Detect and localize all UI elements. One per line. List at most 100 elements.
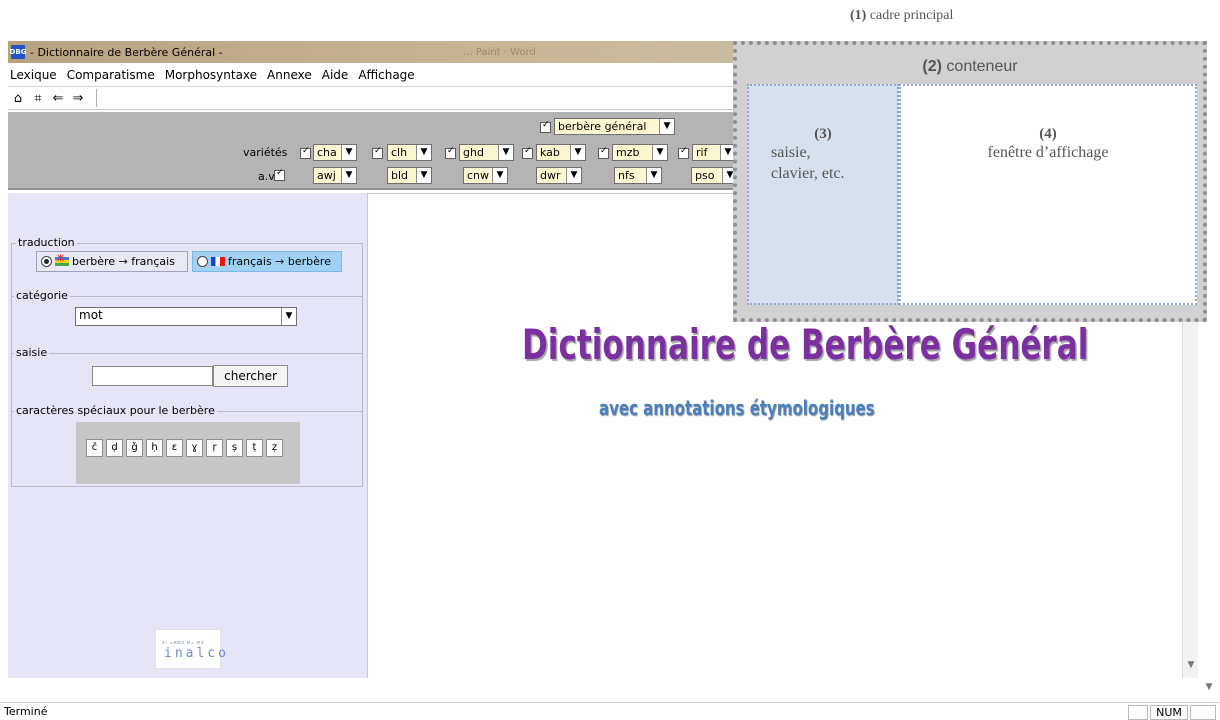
categorie-value: mot	[79, 308, 103, 322]
saisie-legend: saisie	[14, 346, 50, 359]
variety-select-cha[interactable]: cha ▼	[313, 144, 357, 161]
variety-select-nfs[interactable]: nfs ▼	[614, 167, 662, 184]
menu-aide[interactable]: Aide	[317, 68, 354, 82]
home-icon[interactable]: ⌂	[8, 91, 28, 106]
chevron-down-icon: ▼	[659, 119, 674, 134]
app-icon: DBG	[10, 45, 26, 59]
varieties-label: variétés	[243, 146, 288, 159]
char-key[interactable]: ṣ	[226, 439, 243, 457]
radio-berbere-francais[interactable]: berbère → français	[36, 251, 188, 272]
char-key[interactable]: ẓ	[266, 439, 283, 457]
variety-checkbox-ghd[interactable]	[445, 146, 456, 159]
variety-checkbox-cha[interactable]	[300, 146, 311, 159]
radio-francais-berbere-label: français → berbère	[228, 255, 331, 268]
chevron-down-icon: ▼	[570, 145, 585, 160]
special-chars-legend: caractères spéciaux pour le berbère	[14, 404, 217, 417]
menu-lexique[interactable]: Lexique	[8, 68, 62, 82]
variety-value: ghd	[463, 146, 484, 159]
variety-value: rif	[696, 146, 708, 159]
char-key[interactable]: ε	[166, 439, 183, 457]
inalco-logo-tifinagh: ⵉⵏ ⴰⵍⴽⵓ ⵍⴰ ⵍⵉ	[162, 640, 205, 645]
variety-select-kab[interactable]: kab ▼	[536, 144, 586, 161]
left-input-pane: traduction berbère → français français →…	[8, 193, 368, 678]
av-checkbox[interactable]	[274, 168, 285, 181]
toolbar-separator	[96, 89, 97, 107]
char-key[interactable]: ḍ	[106, 439, 123, 457]
forward-arrow-icon[interactable]: ⇒	[68, 91, 88, 106]
general-select[interactable]: berbère général ▼	[554, 118, 675, 135]
menu-comparatisme[interactable]: Comparatisme	[62, 68, 160, 82]
outer-scrollbar[interactable]: ▼	[1201, 680, 1217, 700]
variety-value: dwr	[540, 169, 561, 182]
variety-value: pso	[695, 169, 715, 182]
radio-unselected-icon	[197, 256, 208, 267]
variety-value: cnw	[467, 169, 490, 182]
scroll-down-icon[interactable]: ▼	[1183, 660, 1199, 670]
grid-icon[interactable]: ⌗	[28, 91, 48, 106]
variety-select-dwr[interactable]: dwr ▼	[536, 167, 582, 184]
char-key[interactable]: č	[86, 439, 103, 457]
menu-annexe[interactable]: Annexe	[262, 68, 317, 82]
variety-value: kab	[540, 146, 560, 159]
annotation-display-number: (4)	[1039, 126, 1057, 142]
input-group: traduction berbère → français français →…	[11, 236, 363, 487]
annotation-input-text-1: saisie,	[771, 144, 811, 161]
variety-select-pso[interactable]: pso ▼	[691, 167, 738, 184]
chevron-down-icon: ▼	[498, 145, 513, 160]
status-text: Terminé	[4, 705, 48, 718]
variety-select-ghd[interactable]: ghd ▼	[459, 144, 514, 161]
variety-checkbox-kab[interactable]	[522, 146, 533, 159]
variety-select-cnw[interactable]: cnw ▼	[463, 167, 508, 184]
inalco-logo-text: inalco	[164, 646, 229, 661]
menu-morphosyntaxe[interactable]: Morphosyntaxe	[160, 68, 262, 82]
chevron-down-icon: ▼	[652, 145, 667, 160]
variety-select-clh[interactable]: clh ▼	[387, 144, 432, 161]
char-key[interactable]: ɣ	[186, 439, 203, 457]
variety-checkbox-mzb[interactable]	[598, 146, 609, 159]
variety-checkbox-clh[interactable]	[372, 146, 383, 159]
search-input[interactable]	[92, 366, 213, 386]
window-title: - Dictionnaire de Berbère Général -	[30, 45, 223, 59]
char-key[interactable]: ḥ	[146, 439, 163, 457]
status-bar: Terminé NUM	[0, 702, 1220, 720]
variety-select-rif[interactable]: rif ▼	[692, 144, 736, 161]
chevron-down-icon: ▼	[566, 168, 581, 183]
num-lock-indicator: NUM	[1150, 705, 1188, 720]
annotation-display-box: (4) fenêtre d’affichage	[899, 84, 1197, 305]
scroll-down-icon[interactable]: ▼	[1201, 682, 1217, 692]
variety-value: cha	[317, 146, 337, 159]
special-chars-group: caractères spéciaux pour le berbère č ḍ …	[12, 404, 362, 486]
annotation-container-text: conteneur	[941, 58, 1018, 75]
chevron-down-icon: ▼	[646, 168, 661, 183]
variety-value: mzb	[616, 146, 640, 159]
annotation-container-label: (2) conteneur	[737, 58, 1203, 76]
char-key[interactable]: ṛ	[206, 439, 223, 457]
dictionary-title: Dictionnaire de Berbère Général	[522, 320, 1089, 369]
back-arrow-icon[interactable]: ⇐	[48, 91, 68, 106]
radio-francais-berbere[interactable]: français → berbère	[192, 251, 342, 272]
annotation-container-number: (2)	[922, 58, 942, 75]
categorie-legend: catégorie	[14, 289, 70, 302]
variety-select-bld[interactable]: bld ▼	[387, 167, 432, 184]
general-select-value: berbère général	[558, 120, 647, 133]
variety-value: awj	[317, 169, 336, 182]
variety-select-mzb[interactable]: mzb ▼	[612, 144, 668, 161]
inalco-logo: ⵉⵏ ⴰⵍⴽⵓ ⵍⴰ ⵍⵉ inalco	[155, 629, 226, 669]
char-key[interactable]: ṭ	[246, 439, 263, 457]
general-checkbox[interactable]	[540, 120, 551, 133]
status-panel-empty	[1128, 705, 1148, 720]
variety-select-awj[interactable]: awj ▼	[313, 167, 357, 184]
variety-checkbox-rif[interactable]	[678, 146, 689, 159]
chevron-down-icon: ▼	[416, 168, 431, 183]
annotation-main-frame: (1) cadre principal	[850, 8, 953, 24]
annotation-main-frame-label: cadre principal	[866, 8, 954, 23]
annotation-input-box: (3) saisie, clavier, etc.	[747, 84, 899, 305]
search-button[interactable]: chercher	[213, 365, 288, 387]
categorie-select[interactable]: mot ▼	[75, 307, 297, 326]
menu-affichage[interactable]: Affichage	[353, 68, 419, 82]
window-title-ghost: … Paint · Word	[462, 46, 536, 58]
variety-value: bld	[391, 169, 409, 182]
annotation-input-number: (3)	[814, 126, 832, 142]
char-key[interactable]: ǧ	[126, 439, 143, 457]
dictionary-subtitle: avec annotations étymologiques	[599, 396, 875, 420]
